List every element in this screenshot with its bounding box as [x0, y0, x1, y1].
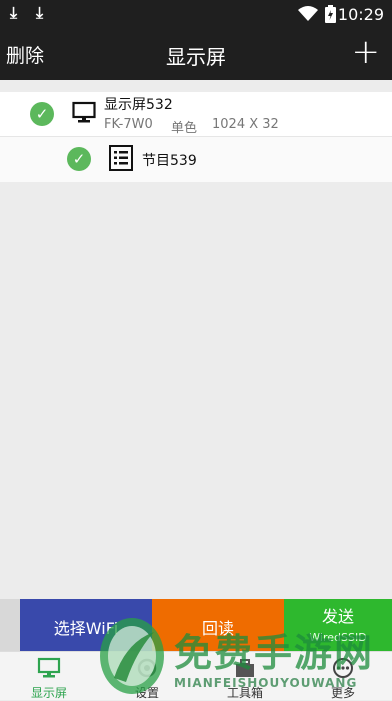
screen-color-mode: 单色 — [171, 121, 198, 136]
monitor-icon — [72, 101, 96, 123]
select-wifi-button[interactable]: 选择WiFi — [20, 599, 152, 651]
settings-icon — [137, 658, 157, 678]
screen-list: ✓ 显示屏532 FK-7W0 单色 1024 X 32 ✓ 节目539 — [0, 92, 392, 182]
check-icon[interactable]: ✓ — [67, 147, 91, 171]
send-button[interactable]: 发送 WiredSSID — [284, 599, 392, 651]
readback-button[interactable]: 回读 — [152, 599, 284, 651]
screen-row[interactable]: ✓ 显示屏532 FK-7W0 单色 1024 X 32 — [0, 92, 392, 136]
page-title: 显示屏 — [166, 45, 226, 69]
monitor-icon — [37, 657, 61, 678]
clock: 10:29 — [337, 5, 384, 24]
plus-icon: + — [351, 32, 381, 72]
screen-resolution: 1024 X 32 — [212, 117, 279, 132]
more-icon — [333, 658, 353, 678]
status-bar: ⤓ ⤓ 10:29 — [0, 0, 392, 28]
program-row[interactable]: ✓ 节目539 — [0, 136, 392, 182]
app-bar: 删除 显示屏 + — [0, 28, 392, 80]
button-spacer — [0, 599, 20, 651]
download-icon: ⤓ — [36, 3, 44, 22]
program-name: 节目539 — [142, 153, 197, 169]
toolbox-icon — [236, 659, 254, 677]
battery-icon — [325, 5, 336, 23]
wifi-icon — [298, 6, 318, 21]
screen-name: 显示屏532 — [104, 97, 173, 113]
action-buttons: 选择WiFi 回读 发送 WiredSSID — [0, 599, 392, 651]
screen-model: FK-7W0 — [104, 117, 153, 132]
tab-toolbox[interactable]: 工具箱 — [196, 652, 294, 700]
download-icon: ⤓ — [10, 3, 18, 22]
bottom-tab-bar: 显示屏 设置 工具箱 更多 — [0, 651, 392, 700]
program-list-icon — [109, 145, 133, 171]
tab-display[interactable]: 显示屏 — [0, 652, 98, 700]
add-button[interactable]: + — [352, 34, 381, 70]
tab-more[interactable]: 更多 — [294, 652, 392, 700]
check-icon[interactable]: ✓ — [30, 102, 54, 126]
tab-settings[interactable]: 设置 — [98, 652, 196, 700]
